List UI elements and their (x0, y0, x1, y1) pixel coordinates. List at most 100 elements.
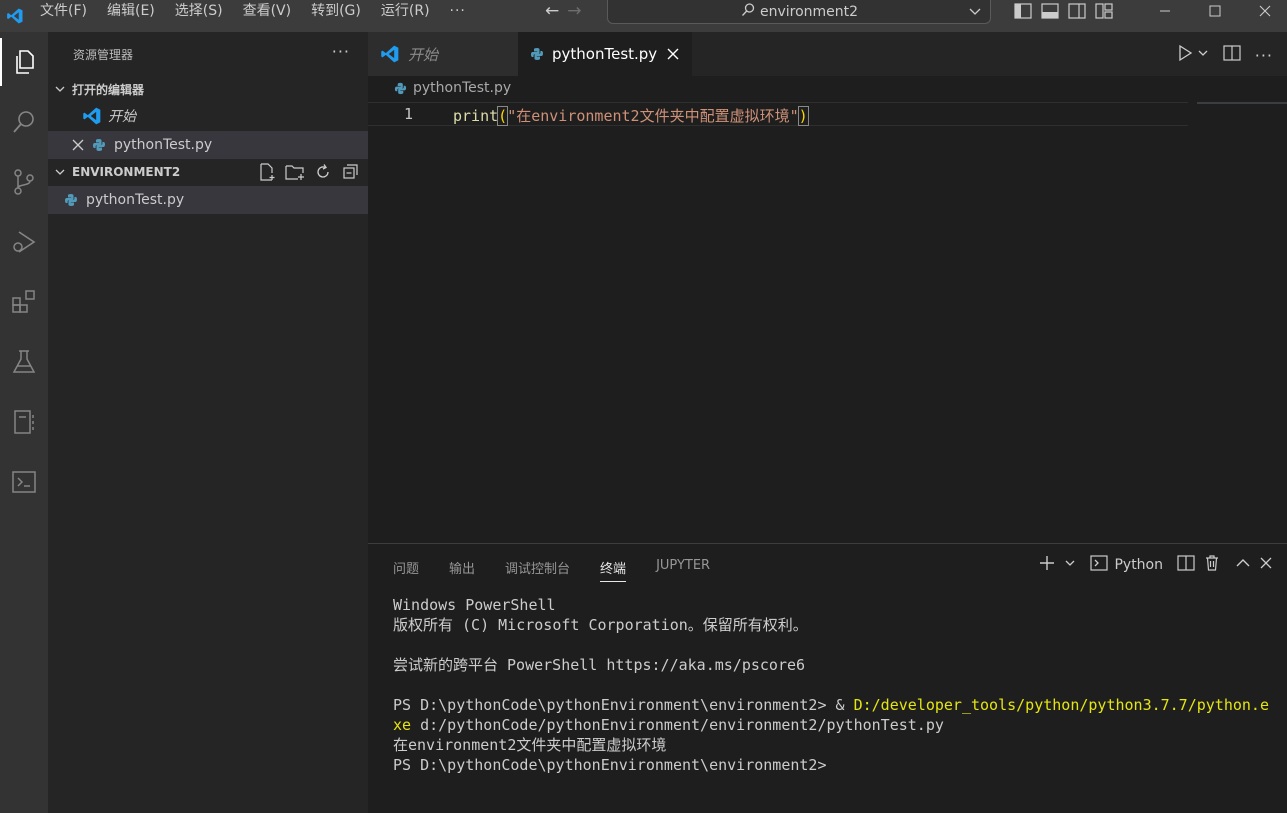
bottom-panel: 问题 输出 调试控制台 终端 JUPYTER Python Windows Po… (368, 543, 1287, 813)
terminal-line: xe d:/pythonCode/pythonEnvironment/envir… (393, 715, 1273, 735)
tab-debug-console[interactable]: 调试控制台 (505, 558, 570, 582)
terminal-line: PS D:\pythonCode\pythonEnvironment\envir… (393, 695, 1273, 715)
customize-layout-icon[interactable] (1093, 2, 1114, 20)
source-control-icon[interactable] (0, 158, 48, 206)
chevron-down-icon[interactable] (968, 4, 982, 22)
chevron-down-icon[interactable] (1064, 557, 1076, 573)
breadcrumb-file[interactable]: pythonTest.py (413, 80, 511, 96)
code-token-function: print (453, 107, 499, 125)
open-editors-label: 打开的编辑器 (72, 82, 145, 97)
close-icon[interactable] (48, 139, 84, 151)
menu-view[interactable]: 查看(V) (233, 0, 302, 22)
vscode-logo-icon (380, 44, 400, 64)
minimap[interactable] (1197, 102, 1287, 104)
open-editor-item-pythontest[interactable]: pythonTest.py (48, 131, 368, 159)
terminal-command: xe (393, 716, 412, 734)
explorer-sidebar: 资源管理器 ··· 打开的编辑器 开始 pythonTest.py ENVIRO… (48, 32, 368, 813)
collapse-all-icon[interactable] (340, 162, 362, 182)
new-folder-icon[interactable] (284, 162, 306, 182)
split-editor-icon[interactable] (1223, 44, 1241, 66)
tab-label: pythonTest.py (552, 45, 658, 63)
testing-flask-icon[interactable] (0, 338, 48, 386)
activity-bar (0, 32, 48, 813)
new-file-icon[interactable] (256, 162, 278, 182)
python-file-icon (92, 138, 106, 152)
search-view-icon[interactable] (0, 98, 48, 146)
tab-jupyter[interactable]: JUPYTER (656, 558, 710, 582)
notebook-icon[interactable] (0, 398, 48, 446)
refresh-icon[interactable] (312, 162, 334, 182)
chevron-down-icon[interactable] (1197, 47, 1209, 63)
menu-bar: 文件(F) 编辑(E) 选择(S) 查看(V) 转到(G) 运行(R) ··· (30, 0, 476, 22)
terminal-output[interactable]: Windows PowerShell 版权所有 (C) Microsoft Co… (393, 595, 1273, 775)
terminal-line: Windows PowerShell (393, 596, 556, 614)
terminal-name: Python (1114, 557, 1163, 573)
editor-more-icon[interactable]: ··· (1255, 46, 1273, 65)
terminal-selector[interactable]: Python (1090, 554, 1163, 576)
tab-welcome[interactable]: 开始 (368, 32, 518, 76)
trash-icon[interactable] (1203, 554, 1221, 576)
forward-arrow-icon[interactable]: → (567, 1, 581, 21)
terminal-line: 尝试新的跨平台 PowerShell https://aka.ms/pscore… (393, 656, 806, 674)
maximize-panel-icon[interactable] (1235, 555, 1251, 575)
tab-pythontest[interactable]: pythonTest.py (518, 32, 692, 76)
command-center-search[interactable]: environment2 (607, 0, 991, 24)
split-terminal-icon[interactable] (1177, 554, 1195, 576)
open-editor-label: 开始 (108, 109, 136, 125)
extensions-icon[interactable] (0, 278, 48, 326)
close-icon[interactable] (667, 48, 679, 60)
code-line[interactable]: print("在environment2文件夹中配置虚拟环境") (453, 105, 809, 126)
terminal-argument: d:/pythonCode/pythonEnvironment/environm… (411, 716, 944, 734)
breadcrumb[interactable]: pythonTest.py (394, 80, 511, 96)
vscode-logo-icon (0, 0, 30, 32)
close-window-icon[interactable] (1240, 0, 1287, 22)
terminal-line: PS D:\pythonCode\pythonEnvironment\envir… (393, 756, 827, 774)
menu-file[interactable]: 文件(F) (30, 0, 97, 22)
terminal-line: 版权所有 (C) Microsoft Corporation。保留所有权利。 (393, 616, 808, 634)
toggle-secondary-sidebar-icon[interactable] (1066, 2, 1087, 20)
terminal-view-icon[interactable] (0, 458, 48, 506)
menu-go[interactable]: 转到(G) (301, 0, 371, 22)
back-arrow-icon[interactable]: ← (545, 1, 559, 21)
menu-run[interactable]: 运行(R) (371, 0, 440, 22)
open-editor-item-welcome[interactable]: 开始 (48, 102, 368, 130)
folder-label: ENVIRONMENT2 (72, 165, 181, 179)
tab-label: 开始 (408, 45, 439, 64)
command-center-label: environment2 (759, 3, 859, 20)
open-editor-label: pythonTest.py (114, 137, 213, 153)
code-token-open-paren: ( (497, 106, 509, 126)
tab-terminal[interactable]: 终端 (600, 558, 627, 582)
menu-edit[interactable]: 编辑(E) (97, 0, 165, 22)
tab-problems[interactable]: 问题 (393, 558, 419, 582)
chevron-down-icon (48, 166, 72, 178)
file-tree-item-pythontest[interactable]: pythonTest.py (48, 186, 368, 214)
explorer-icon[interactable] (0, 38, 48, 86)
run-python-file-icon[interactable] (1177, 44, 1193, 66)
menu-more-button[interactable]: ··· (440, 0, 476, 22)
close-panel-icon[interactable] (1259, 556, 1273, 574)
line-number: 1 (404, 105, 414, 123)
chevron-down-icon (48, 83, 72, 95)
run-and-debug-icon[interactable] (0, 218, 48, 266)
file-label: pythonTest.py (86, 192, 185, 208)
python-file-icon (48, 193, 78, 207)
open-editors-header[interactable]: 打开的编辑器 (48, 78, 368, 100)
toggle-panel-icon[interactable] (1039, 2, 1060, 20)
folder-header-environment2[interactable]: ENVIRONMENT2 (48, 161, 368, 183)
minimize-icon[interactable] (1140, 0, 1190, 22)
sidebar-more-button[interactable]: ··· (332, 42, 350, 61)
code-editor[interactable]: 1 print("在environment2文件夹中配置虚拟环境") (368, 102, 1188, 126)
maximize-icon[interactable] (1190, 0, 1240, 22)
tab-output[interactable]: 输出 (449, 558, 475, 582)
terminal-icon (1090, 554, 1109, 576)
toggle-primary-sidebar-icon[interactable] (1012, 2, 1033, 20)
vscode-logo-icon (48, 106, 102, 126)
new-terminal-icon[interactable] (1038, 554, 1056, 576)
terminal-command: D:/developer_tools/python/python3.7.7/py… (853, 696, 1269, 714)
terminal-prompt: PS D:\pythonCode\pythonEnvironment\envir… (393, 696, 854, 714)
menu-selection[interactable]: 选择(S) (165, 0, 233, 22)
code-token-string: "在environment2文件夹中配置虚拟环境" (507, 107, 799, 125)
search-icon (740, 2, 756, 22)
terminal-line: 在environment2文件夹中配置虚拟环境 (393, 736, 667, 754)
